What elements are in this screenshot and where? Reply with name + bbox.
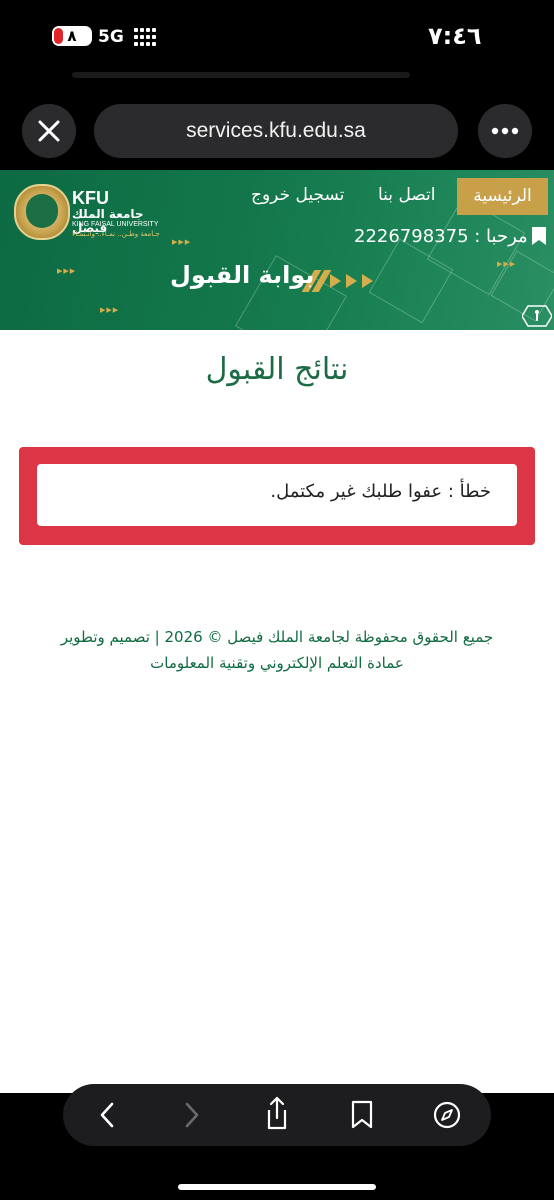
logo-english-name: KING FAISAL UNIVERSITY	[72, 221, 159, 228]
browser-toolbar	[0, 1084, 554, 1200]
tab-strip	[72, 72, 410, 78]
university-seal-logo[interactable]	[14, 184, 70, 240]
share-button[interactable]	[247, 1084, 307, 1146]
back-button[interactable]	[77, 1084, 137, 1146]
home-indicator[interactable]	[178, 1184, 376, 1190]
signal-icon	[134, 28, 162, 46]
nav-home-link[interactable]: الرئيسية	[457, 178, 548, 215]
error-alert: خطأ : عفوا طلبك غير مكتمل.	[19, 447, 535, 545]
status-bar: ٨ 5G ٧:٤٦	[0, 0, 554, 70]
bookmarks-button[interactable]	[332, 1084, 392, 1146]
forward-icon	[185, 1102, 199, 1128]
welcome-user: 2226798375 : مرحبا	[354, 226, 528, 247]
toolbar-pill	[63, 1084, 491, 1146]
portal-title: بوابة القبول	[170, 261, 315, 289]
nav-logout-link[interactable]: تسجيل خروج	[251, 185, 344, 205]
battery-level: ٨	[67, 27, 77, 45]
forward-button[interactable]	[162, 1084, 222, 1146]
site-header: KFU جامعة الملك فيصل KING FAISAL UNIVERS…	[0, 170, 554, 330]
compass-icon	[433, 1101, 461, 1129]
alert-message: خطأ : عفوا طلبك غير مكتمل.	[270, 481, 491, 502]
arrow-icon	[330, 274, 341, 288]
page-title: نتائج القبول	[205, 352, 349, 387]
back-icon	[100, 1102, 114, 1128]
footer-copyright: جميع الحقوق محفوظة لجامعة الملك فيصل © 2…	[60, 628, 494, 646]
tabs-compass-button[interactable]	[417, 1084, 477, 1146]
battery-icon: ٨	[52, 26, 92, 46]
close-icon	[38, 120, 60, 142]
bookmarks-icon	[351, 1100, 373, 1129]
url-field[interactable]: services.kfu.edu.sa	[94, 104, 458, 158]
close-button[interactable]	[22, 104, 76, 158]
network-type: 5G	[98, 27, 124, 47]
logo-abbr: KFU	[72, 188, 109, 208]
footer-department: عمادة التعلم الإلكتروني وتقنية المعلومات	[150, 654, 404, 672]
more-icon	[491, 127, 519, 135]
clock: ٧:٤٦	[428, 22, 482, 50]
logo-slogan: جـامعة وطـن.. نمـاء.. وانـتمـاء	[72, 230, 160, 238]
browser-address-bar: services.kfu.edu.sa	[0, 70, 554, 170]
bookmark-icon	[532, 227, 546, 245]
more-button[interactable]	[478, 104, 532, 158]
alert-inner: خطأ : عفوا طلبك غير مكتمل.	[37, 464, 517, 526]
share-icon	[267, 1096, 287, 1130]
accessibility-icon[interactable]	[522, 304, 552, 328]
nav-contact-link[interactable]: اتصل بنا	[378, 185, 436, 205]
